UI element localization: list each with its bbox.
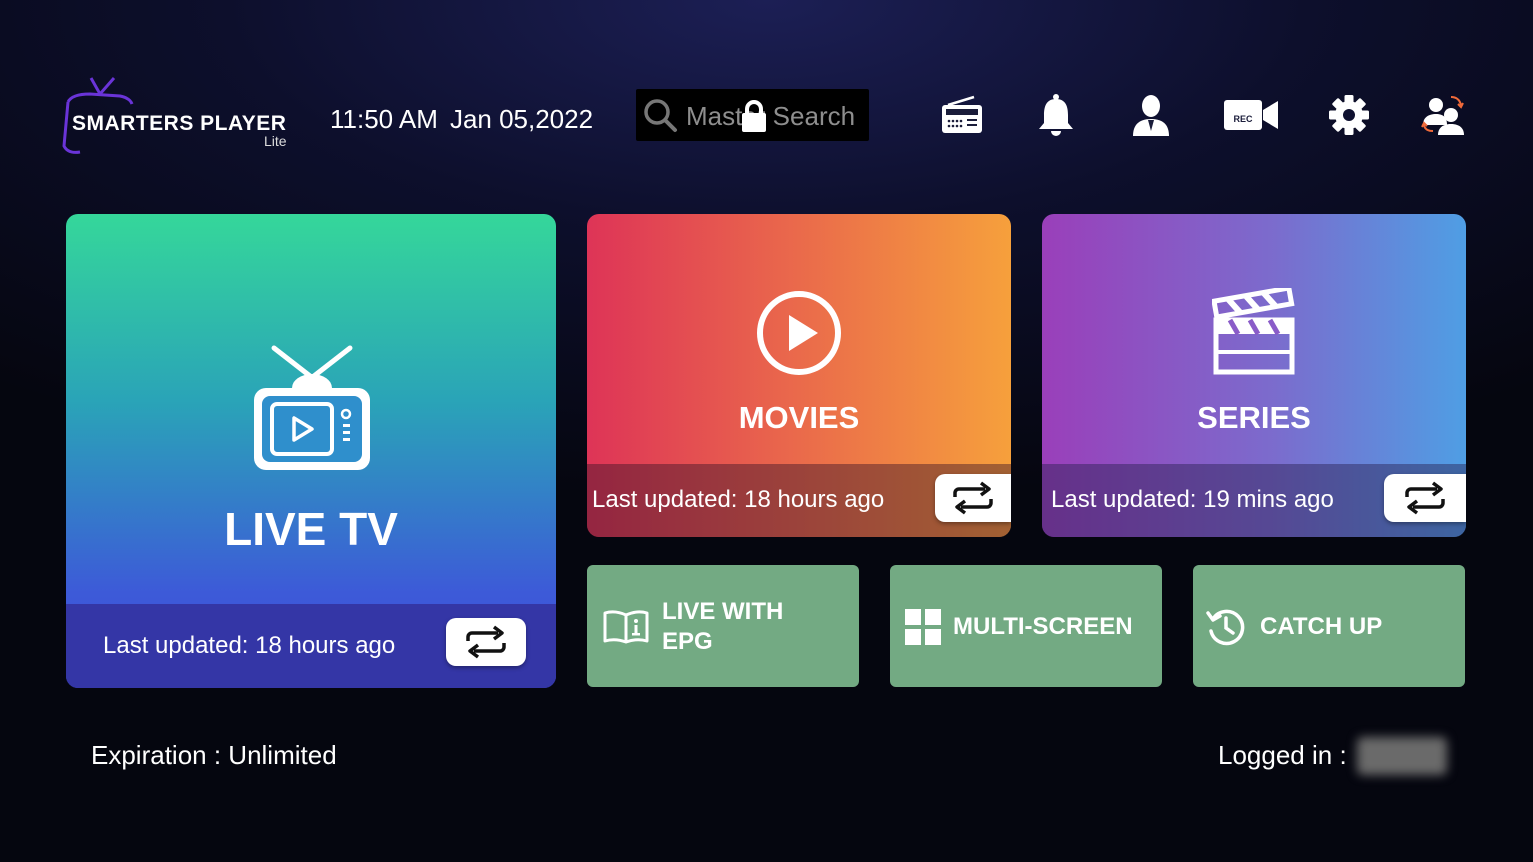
movies-refresh-button[interactable] — [935, 474, 1011, 522]
tv-icon — [254, 345, 370, 470]
movies-updated: Last updated: 18 hours ago — [592, 486, 885, 513]
series-footer: Last updated: 19 mins ago — [1042, 464, 1466, 537]
search-input[interactable] — [684, 95, 868, 137]
logo-title: SMARTERS PLAYER — [72, 112, 287, 135]
refresh-icon — [466, 625, 506, 659]
date-text: Jan 05,2022 — [449, 104, 594, 134]
settings-button[interactable] — [1326, 92, 1372, 138]
epg-label-line1: LIVE WITH — [662, 598, 784, 625]
notifications-button[interactable] — [1033, 92, 1079, 138]
multi-screen-button[interactable]: MULTI-SCREEN — [890, 565, 1162, 687]
time-text: 11:50 AM — [330, 104, 438, 134]
account-button[interactable] — [1128, 92, 1174, 138]
live-tv-updated: Last updated: 18 hours ago — [103, 632, 396, 659]
catch-up-label: CATCH UP — [1260, 613, 1383, 640]
rec-label: REC — [1233, 114, 1253, 124]
logged-in-label: Logged in : — [1218, 740, 1347, 770]
clapperboard-icon — [1212, 288, 1295, 375]
multi-screen-label: MULTI-SCREEN — [953, 613, 1133, 640]
history-icon — [1206, 609, 1245, 646]
epg-label: LIVE WITH EPG — [662, 597, 783, 657]
user-icon — [1133, 95, 1169, 136]
bell-icon — [1039, 94, 1073, 136]
series-tile[interactable]: SERIES Last updated: 19 mins ago — [1042, 214, 1466, 537]
lock-icon — [742, 100, 766, 132]
refresh-icon — [1405, 481, 1445, 515]
epg-label-line2: EPG — [662, 628, 713, 655]
redacted-username — [1357, 737, 1447, 775]
master-search[interactable] — [636, 89, 869, 141]
refresh-icon — [953, 481, 993, 515]
catch-up-button[interactable]: CATCH UP — [1193, 565, 1465, 687]
expiration-text: Expiration : Unlimited — [91, 740, 337, 770]
radio-icon — [942, 95, 982, 133]
app-logo: SMARTERS PLAYER Lite — [60, 76, 300, 156]
movies-tile[interactable]: MOVIES Last updated: 18 hours ago — [587, 214, 1011, 537]
search-icon — [644, 99, 677, 132]
radio-button[interactable] — [939, 92, 985, 138]
live-tv-refresh-button[interactable] — [446, 618, 526, 666]
book-info-icon — [603, 610, 649, 644]
gear-icon — [1329, 95, 1369, 135]
movies-title: MOVIES — [738, 400, 860, 435]
rec-camera-icon: REC — [1224, 100, 1278, 130]
switch-user-icon — [1421, 96, 1464, 135]
series-title: SERIES — [1197, 400, 1311, 435]
live-tv-tile[interactable]: LIVE TV Last updated: 18 hours ago — [66, 214, 556, 688]
switch-user-button[interactable] — [1421, 92, 1467, 138]
live-tv-footer: Last updated: 18 hours ago — [66, 604, 556, 688]
movies-footer: Last updated: 18 hours ago — [587, 464, 1011, 537]
play-icon — [757, 291, 841, 375]
live-tv-title: LIVE TV — [224, 503, 398, 555]
recordings-button[interactable]: REC — [1222, 92, 1280, 138]
live-with-epg-button[interactable]: LIVE WITH EPG — [587, 565, 859, 687]
grid-icon — [905, 609, 941, 645]
logo-subtitle: Lite — [264, 133, 287, 149]
series-refresh-button[interactable] — [1384, 474, 1466, 522]
clock: 11:50 AM Jan 05,2022 — [330, 104, 593, 135]
series-updated: Last updated: 19 mins ago — [1051, 486, 1334, 513]
